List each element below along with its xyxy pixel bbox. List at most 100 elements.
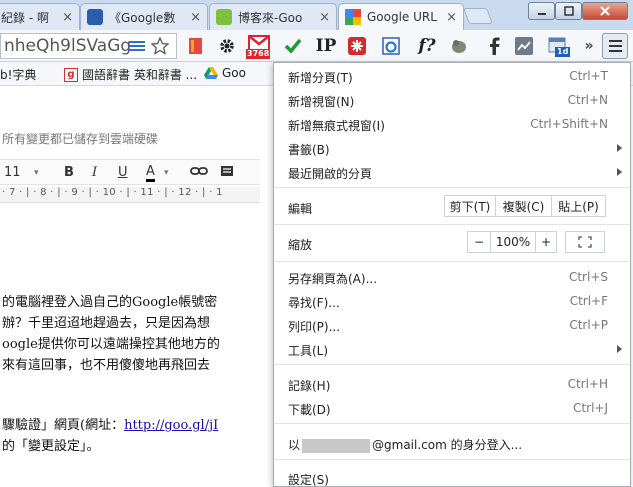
ie-tab-icon[interactable]: [381, 36, 401, 56]
menu-item-history[interactable]: 記錄(H) Ctrl+H: [274, 373, 630, 395]
menu-item-shortcut: Ctrl+N: [567, 93, 608, 107]
tab-1[interactable]: 紀錄 - 啊 ×: [0, 3, 80, 30]
signin-suffix: @gmail.com 的身分登入...: [372, 438, 523, 452]
underline-icon[interactable]: U: [118, 165, 128, 180]
menu-item-label: 工具(L): [288, 344, 329, 358]
bookmark-item[interactable]: b!字典: [0, 66, 36, 83]
doc-link[interactable]: http://goo.gl/jI: [124, 418, 218, 433]
books-icon: [216, 9, 232, 25]
google-drive-icon: [204, 66, 218, 80]
hamburger-line: [608, 50, 622, 52]
maximize-icon: [563, 6, 574, 16]
browser-toolbar: nheQh9lSVaGg 3768 IP f? 1d »: [0, 30, 633, 62]
italic-icon[interactable]: I: [92, 165, 97, 180]
menu-item-tools[interactable]: 工具(L): [274, 338, 630, 360]
tab-label: Google URL: [367, 10, 437, 24]
ip-icon[interactable]: IP: [313, 36, 339, 56]
menu-item-label: 記錄(H): [288, 379, 331, 393]
format-toolbar: 11 ▾ B I U A ▾: [0, 159, 260, 185]
menu-item-label: 尋找(F)...: [288, 296, 340, 310]
menu-divider: [274, 459, 630, 460]
paste-button[interactable]: 貼上(P): [552, 195, 606, 217]
menu-item-print[interactable]: 列印(P)... Ctrl+P: [274, 314, 630, 336]
save-status-text: 所有變更都已儲存到雲端硬碟: [2, 132, 159, 146]
document-body-continued[interactable]: 驟驗證」網頁(網址：http://goo.gl/jI 的「變更設定」。: [2, 415, 218, 457]
doc-line: oogle提供你可以遠端操控其他地方的: [2, 337, 220, 352]
chrome-menu-button[interactable]: [602, 33, 628, 59]
menu-item-incognito[interactable]: 新增無痕式視窗(I) Ctrl+Shift+N: [274, 113, 630, 135]
lastpass-icon[interactable]: [347, 36, 367, 56]
minimize-icon: [537, 13, 546, 15]
doc-line: 的電腦裡登入過自己的Google帳號密: [2, 295, 218, 310]
bookmark-item[interactable]: Goo: [204, 66, 246, 80]
new-tab-button[interactable]: [463, 8, 493, 24]
zoom-in-button[interactable]: +: [535, 231, 557, 253]
menu-item-new-window[interactable]: 新增視窗(N) Ctrl+N: [274, 89, 630, 111]
gear-icon[interactable]: [217, 36, 237, 56]
close-icon[interactable]: ×: [319, 10, 330, 25]
fullscreen-icon: [578, 236, 592, 248]
menu-item-shortcut: Ctrl+H: [567, 377, 608, 391]
comment-icon[interactable]: [220, 165, 234, 183]
minimize-button[interactable]: [528, 2, 555, 20]
copy-button[interactable]: 複製(C): [496, 195, 552, 217]
menu-item-label: 書籤(B): [288, 143, 330, 157]
menu-item-recent-tabs[interactable]: 最近開啟的分頁: [274, 161, 630, 183]
close-icon[interactable]: ×: [446, 10, 457, 25]
menu-item-save-page[interactable]: 另存網頁為(A)... Ctrl+S: [274, 266, 630, 288]
checkmark-icon[interactable]: [283, 36, 303, 56]
tab-2[interactable]: 《Google數 ×: [80, 3, 208, 30]
submenu-arrow-icon: [617, 345, 622, 353]
cut-button[interactable]: 剪下(T): [444, 195, 496, 217]
menu-item-sign-in[interactable]: 以 @gmail.com 的身分登入...: [274, 432, 630, 454]
calendar-badge: 1d: [555, 47, 571, 57]
menu-item-bookmarks[interactable]: 書籤(B): [274, 137, 630, 159]
menu-item-label: 列印(P)...: [288, 320, 341, 334]
overflow-chevron-icon[interactable]: »: [579, 36, 599, 56]
zoom-out-button[interactable]: −: [467, 231, 491, 253]
tab-4-active[interactable]: Google URL ×: [338, 3, 464, 30]
maximize-button[interactable]: [555, 2, 582, 20]
facebook-icon[interactable]: [484, 36, 504, 56]
chart-extension-icon[interactable]: [514, 36, 534, 56]
window-close-button[interactable]: [582, 2, 628, 20]
bookmark-item[interactable]: g 國語辭書 英和辭書 ...: [64, 66, 197, 83]
bold-icon[interactable]: B: [64, 165, 74, 180]
link-icon[interactable]: [190, 165, 208, 181]
menu-item-shortcut: Ctrl+F: [569, 294, 608, 308]
signin-prefix: 以: [288, 438, 301, 452]
evernote-icon[interactable]: [449, 36, 469, 56]
close-icon[interactable]: ×: [62, 10, 73, 25]
menu-item-label: 新增視窗(N): [288, 95, 355, 109]
submenu-arrow-icon: [617, 144, 622, 152]
tab-3[interactable]: 博客來-Goo ×: [209, 3, 337, 30]
menu-item-new-tab[interactable]: 新增分頁(T) Ctrl+T: [274, 65, 630, 87]
chevron-down-icon[interactable]: ▾: [164, 168, 169, 178]
close-icon[interactable]: ×: [190, 10, 201, 25]
menu-item-label: 下載(D): [288, 403, 331, 417]
menu-item-label: 設定(S): [288, 473, 329, 487]
redacted-email: [302, 438, 371, 453]
translate-icon[interactable]: [127, 36, 147, 56]
dictionary-icon: g: [64, 67, 78, 82]
menu-divider: [274, 364, 630, 365]
menu-item-label: 以 @gmail.com 的身分登入...: [288, 436, 522, 453]
text-color-icon[interactable]: A: [146, 165, 155, 182]
menu-item-shortcut: Ctrl+J: [573, 401, 608, 415]
chevron-down-icon[interactable]: ▾: [34, 168, 39, 178]
font-size-select[interactable]: 11: [4, 165, 21, 180]
menu-item-settings[interactable]: 設定(S): [274, 467, 630, 487]
tab-label: 《Google數: [109, 10, 176, 25]
menu-item-downloads[interactable]: 下載(D) Ctrl+J: [274, 397, 630, 419]
menu-item-find[interactable]: 尋找(F)... Ctrl+F: [274, 290, 630, 312]
menu-item-label: 新增分頁(T): [288, 71, 353, 85]
fullscreen-button[interactable]: [565, 231, 605, 253]
document-body[interactable]: 的電腦裡登入過自己的Google帳號密 辦？千里迢迢地趕過去，只是因為想 oog…: [2, 292, 220, 376]
tab-label: 博客來-Goo: [238, 10, 303, 25]
bookmark-manager-icon[interactable]: [186, 36, 206, 56]
bookmark-star-icon[interactable]: [150, 36, 170, 56]
close-icon: [600, 6, 610, 16]
fontface-ninja-icon[interactable]: f?: [415, 36, 439, 56]
gmail-checker-icon[interactable]: 3768: [246, 35, 274, 59]
calendar-extension-icon[interactable]: 1d: [546, 36, 571, 57]
